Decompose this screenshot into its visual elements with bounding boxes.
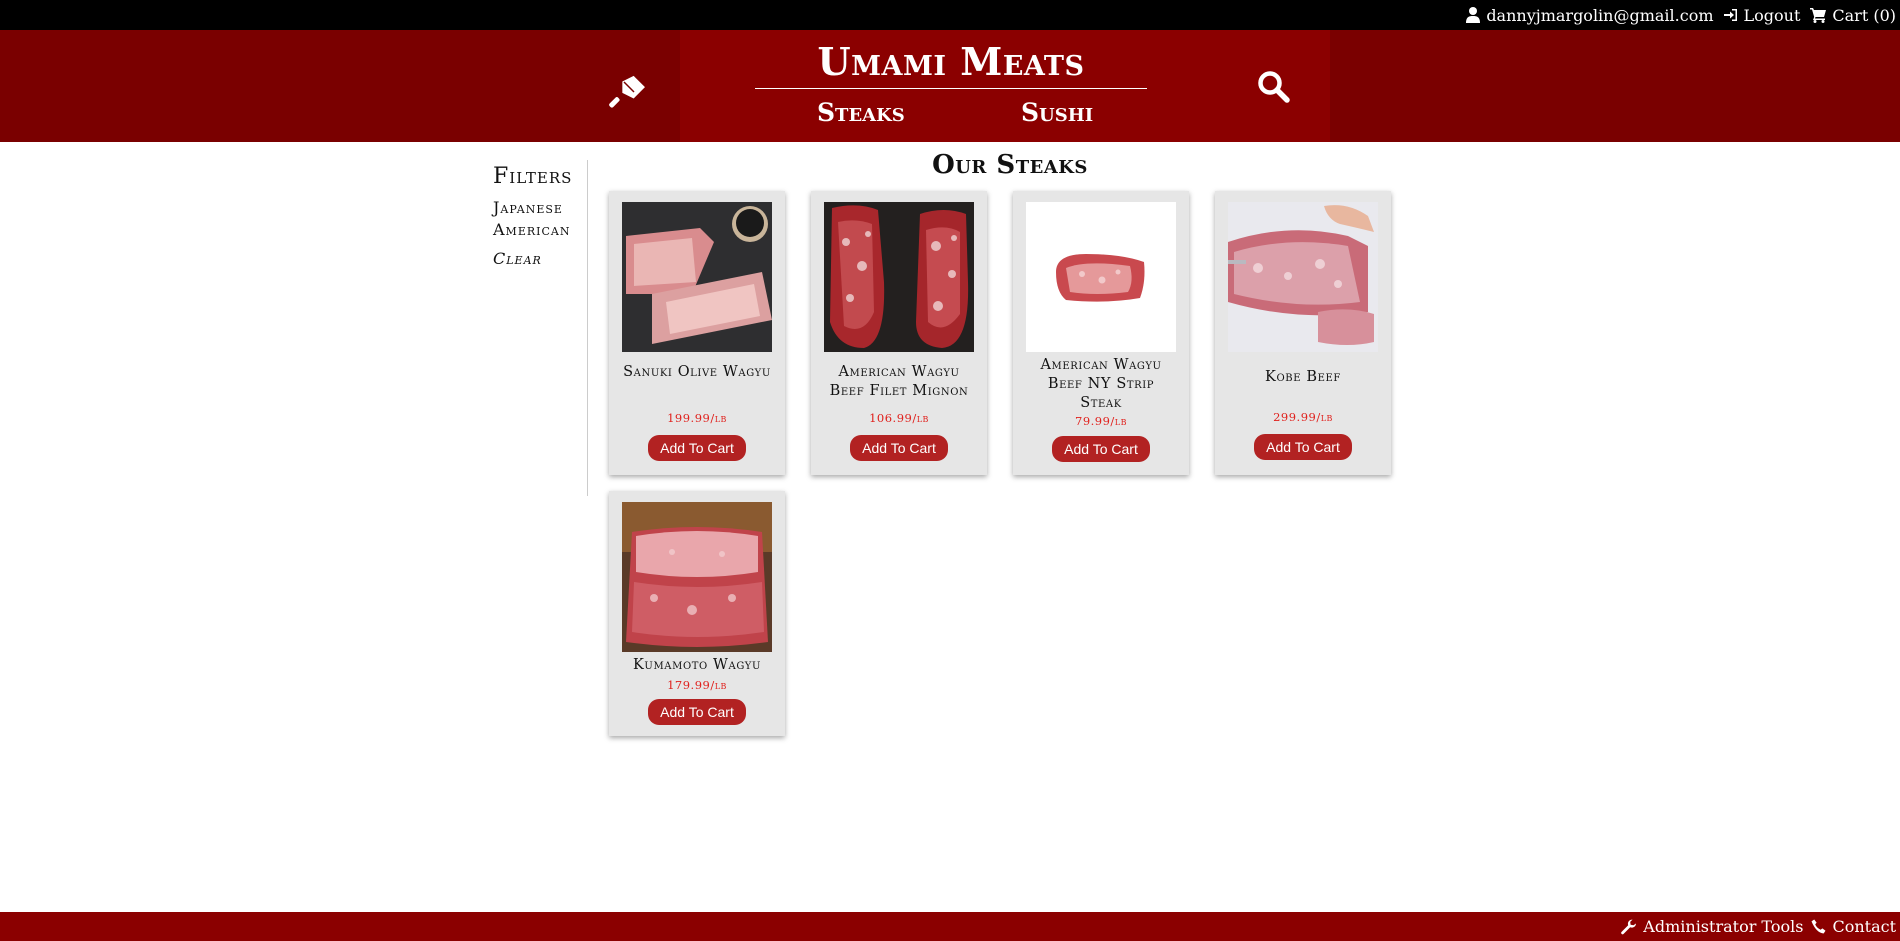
logout-label: Logout [1743,5,1801,25]
product-photo-kumamoto-wagyu[interactable] [622,502,772,652]
brand-title[interactable]: Umami Meats [755,42,1147,82]
phone-icon [1811,919,1826,934]
product-price: 199.99/lb [667,411,727,425]
cart-icon [1810,7,1827,23]
cart-link[interactable]: Cart (0) [1810,6,1896,25]
brand-divider [755,88,1147,89]
user-email: dannyjmargolin@gmail.com [1486,5,1714,25]
wrench-icon [1621,919,1637,934]
filter-clear[interactable]: Clear [493,249,572,268]
filters-title: Filters [493,164,573,189]
product-photo-sanuki-olive-wagyu[interactable] [622,202,772,352]
product-card: American Wagyu Beef NY Strip Steak 79.99… [1013,191,1189,475]
add-to-cart-button[interactable]: Add To Cart [648,435,746,461]
filters-panel: Filters Japanese American Clear [493,164,572,268]
header: Umami Meats Steaks Sushi [0,30,1900,142]
add-to-cart-button[interactable]: Add To Cart [850,435,948,461]
product-name[interactable]: Sanuki Olive Wagyu [609,363,785,401]
product-card: American Wagyu Beef Filet Mignon 106.99/… [811,191,987,475]
product-card: Kumamoto Wagyu 179.99/lb Add To Cart [609,491,785,736]
user-icon [1466,7,1481,23]
footer: Administrator Tools Contact [0,912,1900,941]
product-card: Kobe Beef 299.99/lb Add To Cart [1215,191,1391,475]
account-link[interactable]: dannyjmargolin@gmail.com [1466,5,1714,25]
nav-steaks[interactable]: Steaks [817,98,905,128]
top-bar: dannyjmargolin@gmail.com Logout Cart (0) [0,0,1900,30]
admin-tools-link[interactable]: Administrator Tools [1621,917,1803,936]
logout-link[interactable]: Logout [1723,5,1801,25]
cleaver-icon[interactable] [608,70,648,110]
product-photo-kobe-beef[interactable] [1228,202,1378,352]
product-name[interactable]: Kumamoto Wagyu [619,656,775,676]
cart-label: Cart (0) [1832,5,1896,25]
product-photo-american-wagyu-filet-mignon[interactable] [824,202,974,352]
filter-american[interactable]: American [493,219,572,241]
product-price: 106.99/lb [869,411,929,425]
product-price: 179.99/lb [667,678,727,692]
contact-link[interactable]: Contact [1811,917,1896,936]
product-name[interactable]: American Wagyu Beef NY Strip Steak [1013,356,1189,413]
admin-tools-label: Administrator Tools [1643,917,1804,936]
product-price: 79.99/lb [1075,414,1127,428]
product-card: Sanuki Olive Wagyu 199.99/lb Add To Cart [609,191,785,475]
sign-out-icon [1723,9,1737,21]
page-title: Our Steaks [932,150,1088,180]
product-name[interactable]: American Wagyu Beef Filet Mignon [811,363,987,401]
sidebar-divider [587,160,588,496]
add-to-cart-button[interactable]: Add To Cart [1052,436,1150,462]
add-to-cart-button[interactable]: Add To Cart [648,699,746,725]
nav-sushi[interactable]: Sushi [1021,98,1093,128]
add-to-cart-button[interactable]: Add To Cart [1254,434,1352,460]
filter-japanese[interactable]: Japanese [493,197,572,219]
product-photo-american-wagyu-ny-strip[interactable] [1026,202,1176,352]
search-icon[interactable] [1257,70,1291,104]
product-price: 299.99/lb [1273,410,1333,424]
product-name[interactable]: Kobe Beef [1251,368,1355,392]
contact-label: Contact [1832,917,1896,936]
